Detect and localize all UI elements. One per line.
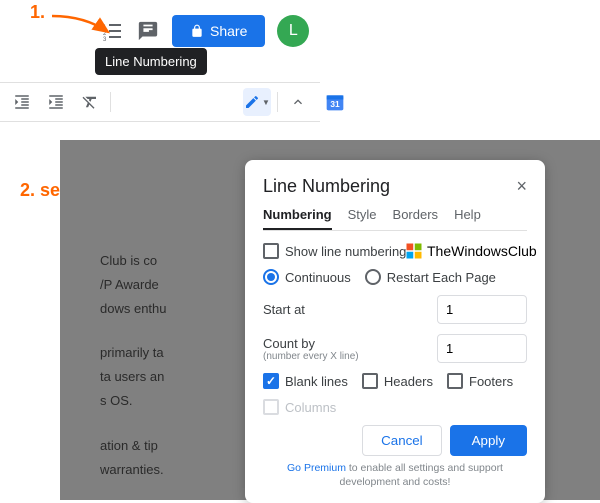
expand-icon[interactable]	[284, 88, 312, 116]
share-label: Share	[210, 23, 247, 39]
footers-checkbox[interactable]	[447, 373, 463, 389]
chevron-down-icon: ▼	[262, 98, 270, 107]
indent-icon[interactable]	[42, 88, 70, 116]
edit-mode-icon[interactable]: ▼	[243, 88, 271, 116]
toolbar-divider	[277, 92, 278, 112]
avatar[interactable]: L	[277, 15, 309, 47]
doc-text: ation & tip	[100, 438, 158, 453]
arrow-1	[50, 14, 120, 44]
cancel-button[interactable]: Cancel	[362, 425, 442, 456]
apply-button[interactable]: Apply	[450, 425, 527, 456]
clear-format-icon[interactable]	[76, 88, 104, 116]
watermark: TheWindowsClub	[405, 242, 537, 260]
tab-numbering[interactable]: Numbering	[263, 207, 332, 230]
doc-text: warranties.	[100, 462, 164, 477]
headers-checkbox[interactable]	[362, 373, 378, 389]
toolbar-divider	[110, 92, 111, 112]
top-toolbar: 123 Share L	[100, 15, 309, 47]
tab-borders[interactable]: Borders	[393, 207, 439, 230]
columns-label: Columns	[285, 400, 336, 415]
dialog-tabs: Numbering Style Borders Help	[263, 207, 527, 231]
footers-label: Footers	[469, 374, 513, 389]
doc-text: Club is co	[100, 253, 157, 268]
close-icon[interactable]: ×	[516, 176, 527, 197]
comment-icon[interactable]	[136, 19, 160, 43]
doc-text: primarily ta	[100, 345, 164, 360]
columns-checkbox	[263, 399, 279, 415]
tooltip-line-numbering: Line Numbering	[95, 48, 207, 75]
restart-each-page-radio[interactable]	[365, 269, 381, 285]
outdent-icon[interactable]	[8, 88, 36, 116]
doc-text: dows enthu	[100, 301, 167, 316]
continuous-radio[interactable]	[263, 269, 279, 285]
secondary-toolbar: ▼ 31	[0, 82, 320, 122]
calendar-icon[interactable]: 31	[325, 92, 345, 112]
blank-lines-checkbox[interactable]	[263, 373, 279, 389]
blank-lines-label: Blank lines	[285, 374, 348, 389]
svg-text:31: 31	[330, 99, 340, 109]
tab-style[interactable]: Style	[348, 207, 377, 230]
count-by-input[interactable]	[437, 334, 527, 363]
show-line-numbering-checkbox[interactable]	[263, 243, 279, 259]
doc-text: s OS.	[100, 393, 133, 408]
tab-help[interactable]: Help	[454, 207, 481, 230]
windows-logo-icon	[405, 242, 423, 260]
show-line-numbering-label: Show line numbering	[285, 244, 406, 259]
premium-suffix: to enable all settings and support devel…	[340, 462, 503, 488]
lock-icon	[190, 24, 204, 38]
headers-label: Headers	[384, 374, 433, 389]
line-numbering-dialog: Line Numbering × Numbering Style Borders…	[245, 160, 545, 503]
start-at-input[interactable]	[437, 295, 527, 324]
dialog-title: Line Numbering	[263, 176, 390, 197]
doc-text: /P Awarde	[100, 277, 159, 292]
restart-label: Restart Each Page	[387, 270, 496, 285]
count-by-label: Count by	[263, 336, 429, 351]
continuous-label: Continuous	[285, 270, 351, 285]
go-premium-link[interactable]: Go Premium	[287, 462, 346, 474]
share-button[interactable]: Share	[172, 15, 265, 47]
watermark-text: TheWindowsClub	[427, 243, 537, 259]
doc-text: ta users an	[100, 369, 164, 384]
start-at-label: Start at	[263, 302, 429, 317]
count-by-sublabel: (number every X line)	[263, 351, 429, 362]
premium-text: Go Premium to enable all settings and su…	[263, 462, 527, 489]
annotation-1: 1.	[30, 2, 45, 23]
